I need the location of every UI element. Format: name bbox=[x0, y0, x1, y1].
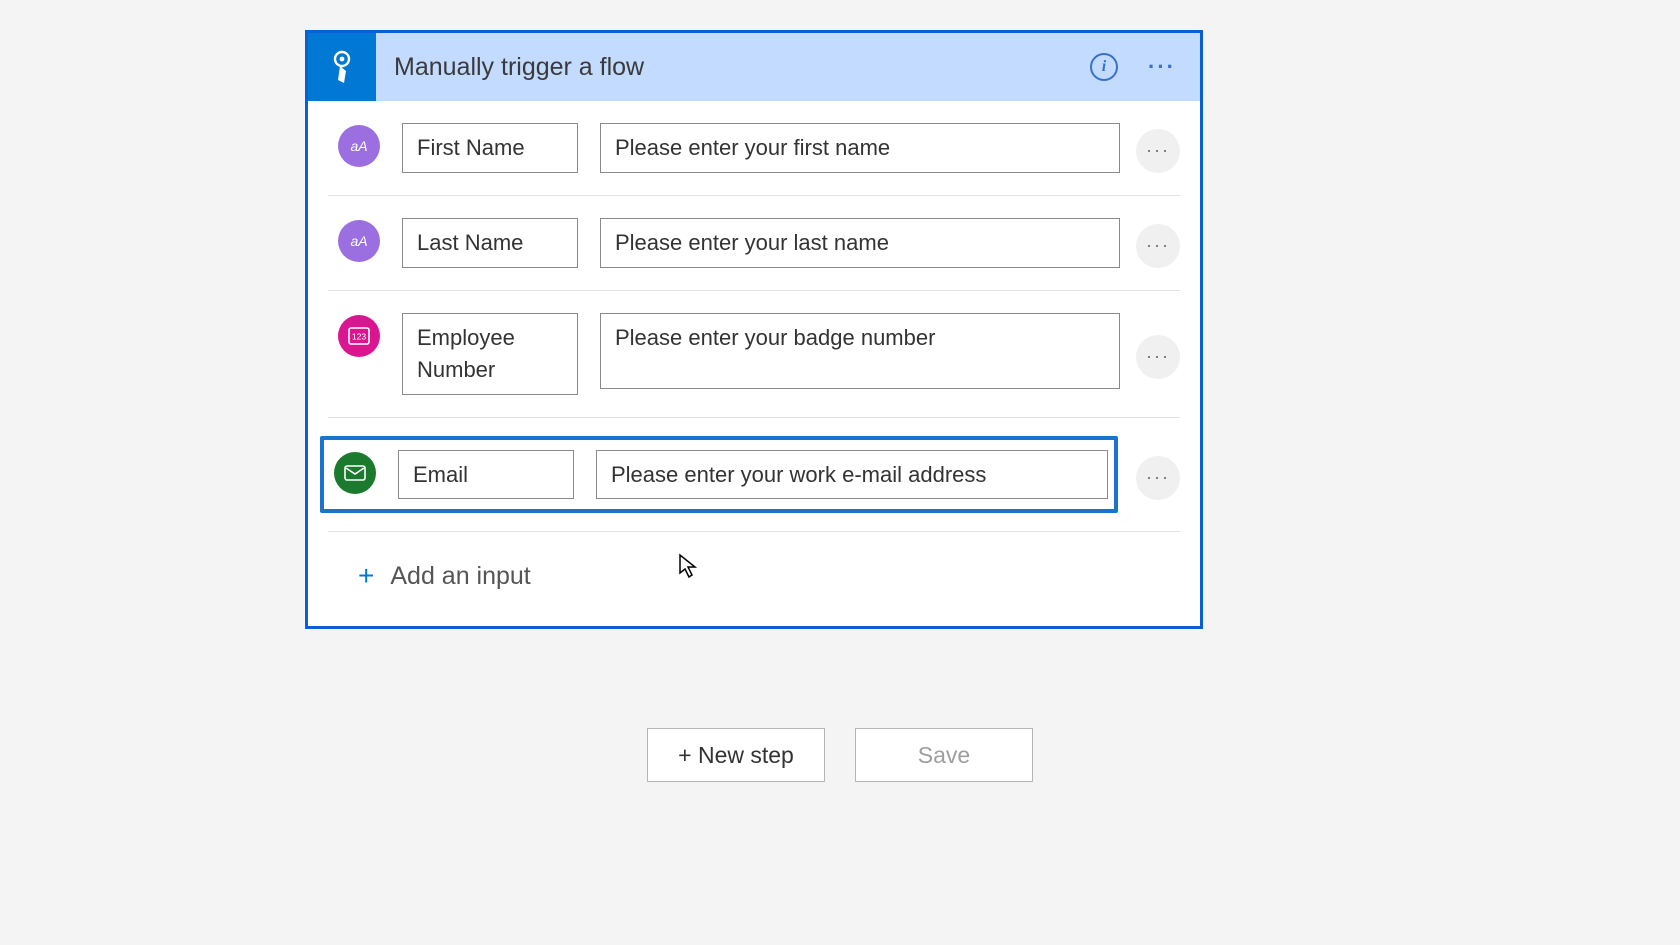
param-description-input[interactable]: Please enter your badge number bbox=[600, 313, 1120, 389]
header-actions: i ··· bbox=[1090, 53, 1200, 81]
add-input-label: Add an input bbox=[390, 562, 530, 591]
text-type-icon: aA bbox=[338, 220, 380, 262]
svg-text:123: 123 bbox=[352, 331, 366, 341]
param-name-input[interactable]: Employee Number bbox=[402, 313, 578, 395]
param-main: aA Last Name Please enter your last name bbox=[328, 214, 1126, 272]
param-description-input[interactable]: Please enter your last name bbox=[600, 218, 1120, 268]
param-name-input[interactable]: First Name bbox=[402, 123, 578, 173]
add-input-button[interactable]: + Add an input bbox=[328, 531, 1180, 626]
plus-icon: + bbox=[358, 560, 374, 592]
param-more-icon[interactable]: ··· bbox=[1136, 335, 1180, 379]
param-name-input[interactable]: Email bbox=[398, 450, 574, 500]
new-step-button[interactable]: + New step bbox=[647, 728, 825, 782]
footer-buttons: + New step Save bbox=[0, 728, 1680, 782]
save-button[interactable]: Save bbox=[855, 728, 1033, 782]
param-description-input[interactable]: Please enter your work e-mail address bbox=[596, 450, 1108, 500]
card-title: Manually trigger a flow bbox=[376, 53, 1090, 82]
parameters-list: aA First Name Please enter your first na… bbox=[308, 101, 1200, 626]
param-more-icon[interactable]: ··· bbox=[1136, 224, 1180, 268]
trigger-card: Manually trigger a flow i ··· aA First N… bbox=[305, 30, 1203, 629]
param-name-input[interactable]: Last Name bbox=[402, 218, 578, 268]
param-row-last-name: aA Last Name Please enter your last name… bbox=[328, 196, 1180, 291]
param-row-first-name: aA First Name Please enter your first na… bbox=[328, 101, 1180, 196]
text-type-icon: aA bbox=[338, 125, 380, 167]
trigger-icon bbox=[308, 33, 376, 101]
card-more-icon[interactable]: ··· bbox=[1148, 54, 1176, 80]
param-more-icon[interactable]: ··· bbox=[1136, 129, 1180, 173]
param-main-selected: Email Please enter your work e-mail addr… bbox=[320, 436, 1118, 514]
number-type-icon: 123 bbox=[338, 315, 380, 357]
param-description-input[interactable]: Please enter your first name bbox=[600, 123, 1120, 173]
param-main: 123 Employee Number Please enter your ba… bbox=[328, 309, 1126, 399]
card-header: Manually trigger a flow i ··· bbox=[308, 33, 1200, 101]
param-row-email: Email Please enter your work e-mail addr… bbox=[328, 418, 1180, 532]
param-main: aA First Name Please enter your first na… bbox=[328, 119, 1126, 177]
param-more-icon[interactable]: ··· bbox=[1136, 456, 1180, 500]
param-row-employee-number: 123 Employee Number Please enter your ba… bbox=[328, 291, 1180, 418]
email-type-icon bbox=[334, 452, 376, 494]
info-icon[interactable]: i bbox=[1090, 53, 1118, 81]
